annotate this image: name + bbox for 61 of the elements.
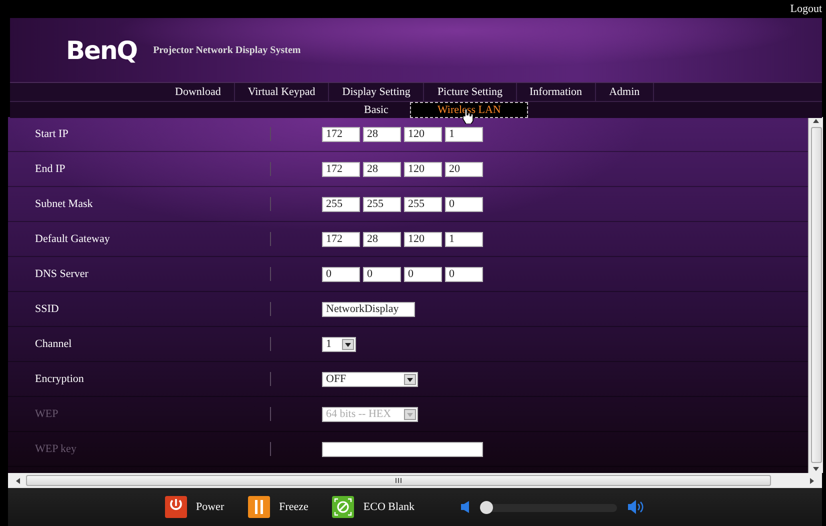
nav-tab[interactable]: Admin bbox=[596, 83, 654, 101]
nav-tab[interactable]: Display Setting bbox=[329, 83, 424, 101]
field-label: End IP bbox=[34, 163, 66, 175]
ip-octet-field[interactable]: 28 bbox=[363, 232, 401, 246]
scroll-thumb[interactable] bbox=[26, 475, 771, 486]
field-label: SSID bbox=[34, 303, 60, 315]
field-label: DNS Server bbox=[34, 268, 90, 280]
ip-octet-field[interactable]: 20 bbox=[445, 162, 483, 176]
ip-octet-field[interactable]: 255 bbox=[404, 196, 442, 212]
text-field[interactable]: NetworkDisplay bbox=[322, 302, 415, 316]
dropdown[interactable]: 1 bbox=[322, 336, 356, 352]
ip-octet-field[interactable]: 255 bbox=[363, 196, 401, 212]
field-label: Subnet Mask bbox=[34, 198, 94, 210]
nav-tab[interactable]: Virtual Keypad bbox=[234, 83, 330, 101]
ip-octet-field[interactable]: 172 bbox=[322, 126, 360, 142]
scroll-left-icon[interactable] bbox=[14, 476, 22, 484]
nav-tab[interactable]: Download bbox=[162, 83, 235, 101]
grip-icon bbox=[395, 478, 402, 483]
eco-button[interactable]: ECO Blank bbox=[332, 496, 414, 518]
nav-tab[interactable]: Picture Setting bbox=[424, 83, 517, 101]
field-label: Encryption bbox=[34, 373, 85, 385]
power-button[interactable]: Power bbox=[165, 496, 224, 518]
vertical-scrollbar[interactable] bbox=[808, 117, 823, 473]
sub-tab[interactable]: Basic bbox=[354, 103, 398, 117]
ip-octet-field[interactable]: 28 bbox=[363, 126, 401, 142]
logo: BenQ bbox=[66, 36, 138, 64]
ip-octet-field[interactable]: 1 bbox=[445, 232, 483, 246]
nav-tab[interactable]: Information bbox=[516, 83, 596, 101]
ip-octet-field[interactable]: 172 bbox=[322, 162, 360, 176]
ip-octet-field[interactable]: 28 bbox=[363, 162, 401, 176]
field-label: Default Gateway bbox=[34, 233, 111, 245]
sub-tab[interactable]: Wireless LAN bbox=[410, 102, 528, 118]
ip-octet-field[interactable]: 120 bbox=[404, 126, 442, 142]
horizontal-scrollbar[interactable] bbox=[8, 473, 822, 488]
field-label: Channel bbox=[34, 338, 73, 350]
power-icon bbox=[165, 496, 187, 518]
scroll-right-icon[interactable] bbox=[808, 476, 816, 484]
product-title: Projector Network Display System bbox=[153, 44, 301, 56]
dropdown[interactable]: OFF bbox=[322, 372, 418, 386]
ip-octet-field[interactable]: 0 bbox=[445, 266, 483, 282]
ip-octet-field[interactable]: 0 bbox=[404, 266, 442, 282]
field-label: WEP key bbox=[34, 443, 78, 455]
volume-up-icon[interactable] bbox=[627, 499, 646, 515]
ip-octet-field[interactable]: 172 bbox=[322, 232, 360, 246]
text-field[interactable] bbox=[322, 442, 483, 456]
ip-octet-field[interactable]: 255 bbox=[322, 196, 360, 212]
ip-octet-field[interactable]: 0 bbox=[363, 266, 401, 282]
volume-down-icon[interactable] bbox=[460, 500, 470, 514]
logout-link[interactable]: Logout bbox=[790, 3, 822, 15]
ip-octet-field[interactable]: 0 bbox=[445, 196, 483, 212]
freeze-button[interactable]: Freeze bbox=[248, 496, 308, 518]
scroll-thumb[interactable] bbox=[810, 127, 822, 463]
volume-slider[interactable] bbox=[480, 500, 618, 514]
ip-octet-field[interactable]: 1 bbox=[445, 126, 483, 142]
pause-icon bbox=[248, 496, 270, 518]
field-label: Start IP bbox=[34, 128, 70, 140]
blank-screen-icon bbox=[332, 496, 354, 518]
ip-octet-field[interactable]: 120 bbox=[404, 162, 442, 176]
ip-octet-field[interactable]: 0 bbox=[322, 266, 360, 282]
ip-octet-field[interactable]: 120 bbox=[404, 232, 442, 246]
field-label: WEP bbox=[34, 408, 60, 420]
